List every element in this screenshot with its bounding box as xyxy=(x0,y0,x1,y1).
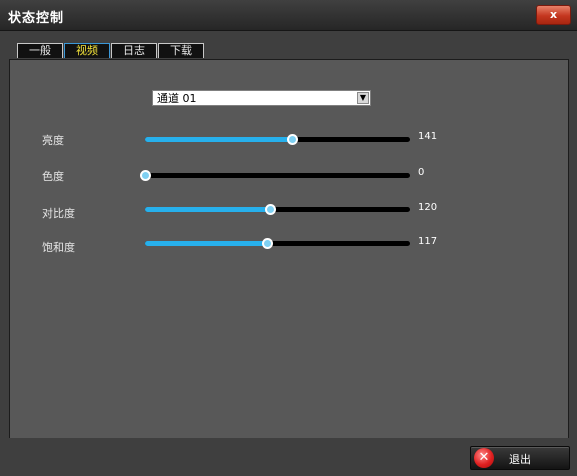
title-bar[interactable]: 状态控制 x xyxy=(0,0,577,31)
tab-general[interactable]: 一般 xyxy=(17,43,63,58)
status-control-window: 状态控制 x 一般 视频 日志 下载 通道 01 ▼ 亮度 141 色度 0 对… xyxy=(0,0,577,476)
contrast-value: 120 xyxy=(418,202,438,213)
exit-button-label: 退出 xyxy=(509,453,531,466)
close-icon: x xyxy=(549,8,558,21)
hue-slider[interactable] xyxy=(140,170,410,181)
saturation-slider[interactable] xyxy=(145,238,410,249)
contrast-label: 对比度 xyxy=(42,207,75,220)
channel-select[interactable]: 通道 01 ▼ xyxy=(152,90,371,106)
saturation-label: 饱和度 xyxy=(42,241,75,254)
contrast-slider-fill xyxy=(145,207,270,212)
tab-video[interactable]: 视频 xyxy=(64,43,110,58)
brightness-label: 亮度 xyxy=(42,134,64,147)
brightness-value: 141 xyxy=(418,131,438,142)
hue-value: 0 xyxy=(418,167,425,178)
channel-select-value: 通道 01 xyxy=(157,92,197,105)
tab-log[interactable]: 日志 xyxy=(111,43,157,58)
saturation-slider-thumb[interactable] xyxy=(261,238,273,249)
hue-slider-thumb[interactable] xyxy=(140,170,151,181)
contrast-slider[interactable] xyxy=(145,204,410,215)
hue-label: 色度 xyxy=(42,170,64,183)
video-settings-panel xyxy=(9,59,569,439)
exit-icon: ✕ xyxy=(474,448,494,468)
window-title: 状态控制 xyxy=(8,11,65,26)
saturation-slider-fill xyxy=(145,241,267,246)
brightness-slider-thumb[interactable] xyxy=(286,134,298,145)
brightness-slider-fill xyxy=(145,137,292,142)
contrast-slider-thumb[interactable] xyxy=(264,204,276,215)
brightness-slider[interactable] xyxy=(145,134,410,145)
tab-download[interactable]: 下载 xyxy=(158,43,204,58)
close-button[interactable]: x xyxy=(536,5,571,25)
exit-button[interactable]: ✕ 退出 xyxy=(470,446,570,470)
chevron-down-icon[interactable]: ▼ xyxy=(357,92,369,104)
saturation-value: 117 xyxy=(418,236,438,247)
